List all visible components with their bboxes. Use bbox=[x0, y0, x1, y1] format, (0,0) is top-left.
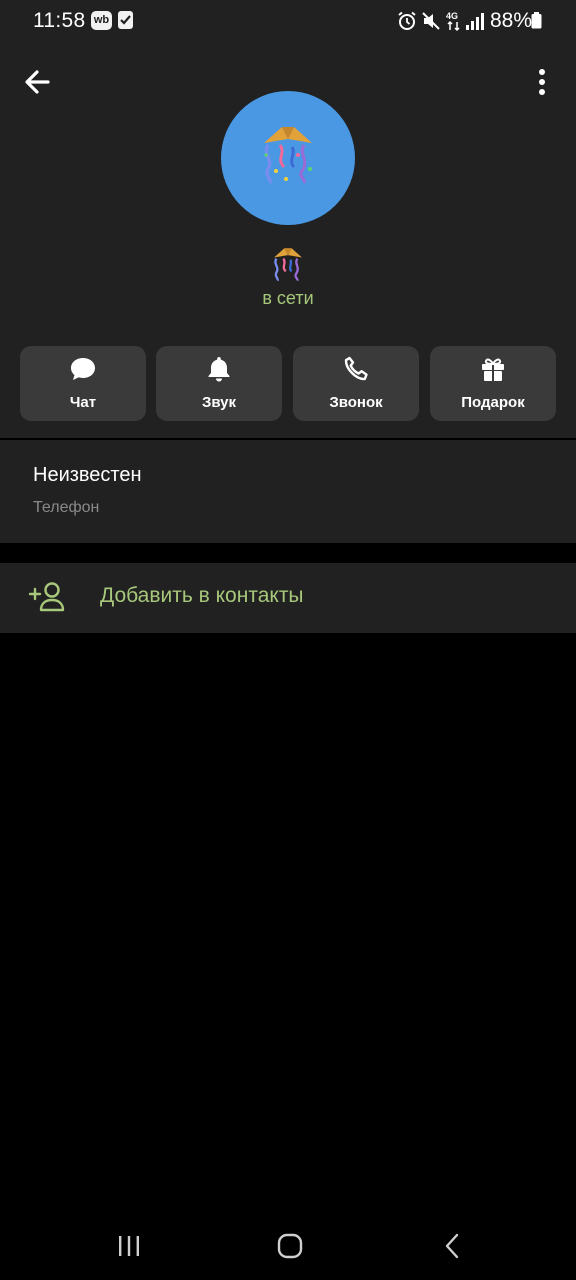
arrow-left-icon bbox=[25, 70, 50, 94]
party-popper-icon bbox=[264, 127, 312, 184]
chat-bubble-icon bbox=[71, 358, 95, 380]
back-button[interactable] bbox=[18, 62, 58, 102]
wb-notification-icon: wb bbox=[91, 11, 112, 30]
chat-button[interactable]: Чат bbox=[20, 346, 146, 421]
gift-button-label: Подарок bbox=[461, 394, 525, 411]
phone-value: Неизвестен bbox=[33, 464, 142, 486]
call-button[interactable]: Звонок bbox=[293, 346, 419, 421]
phone-icon bbox=[344, 356, 368, 381]
battery-percent: 88% bbox=[490, 9, 533, 32]
action-buttons: Чат Звук Звонок Подарок bbox=[20, 346, 556, 421]
profile-header: в сети Чат Звук Звонок Подарок bbox=[0, 42, 576, 438]
avatar[interactable] bbox=[221, 91, 355, 225]
phone-info-row[interactable]: Неизвестен Телефон bbox=[0, 440, 576, 543]
sound-button-label: Звук bbox=[201, 394, 237, 411]
checkbox-notification-icon bbox=[118, 11, 133, 29]
mute-icon bbox=[422, 12, 440, 30]
home-icon[interactable] bbox=[277, 1233, 303, 1259]
add-to-contacts-row[interactable]: Добавить в контакты bbox=[0, 563, 576, 633]
battery-icon bbox=[531, 12, 542, 29]
more-vertical-icon bbox=[539, 69, 545, 95]
online-status: в сети bbox=[262, 288, 314, 308]
bell-icon bbox=[208, 357, 230, 382]
system-nav-bar bbox=[0, 1210, 576, 1280]
chat-button-label: Чат bbox=[69, 394, 97, 411]
status-time: 11:58 bbox=[33, 9, 86, 32]
gift-icon bbox=[482, 358, 504, 381]
screen: 11:58 wb 4G 88% в сети Чат Звук Звонок П… bbox=[0, 0, 576, 1280]
add-person-icon bbox=[28, 582, 65, 612]
signal-icon bbox=[466, 13, 484, 30]
gift-button[interactable]: Подарок bbox=[430, 346, 556, 421]
alarm-icon bbox=[398, 11, 416, 30]
recents-icon[interactable] bbox=[117, 1235, 141, 1257]
call-button-label: Звонок bbox=[329, 394, 383, 411]
more-options-button[interactable] bbox=[526, 62, 558, 102]
svg-text:4G: 4G bbox=[446, 11, 458, 21]
back-icon[interactable] bbox=[443, 1233, 461, 1259]
phone-label: Телефон bbox=[33, 499, 100, 516]
4g-icon: 4G bbox=[446, 11, 460, 32]
status-bar: 11:58 wb 4G 88% bbox=[0, 0, 576, 42]
add-to-contacts-label: Добавить в контакты bbox=[100, 584, 304, 607]
sound-button[interactable]: Звук bbox=[156, 346, 282, 421]
status-emoji-icon bbox=[270, 247, 306, 288]
